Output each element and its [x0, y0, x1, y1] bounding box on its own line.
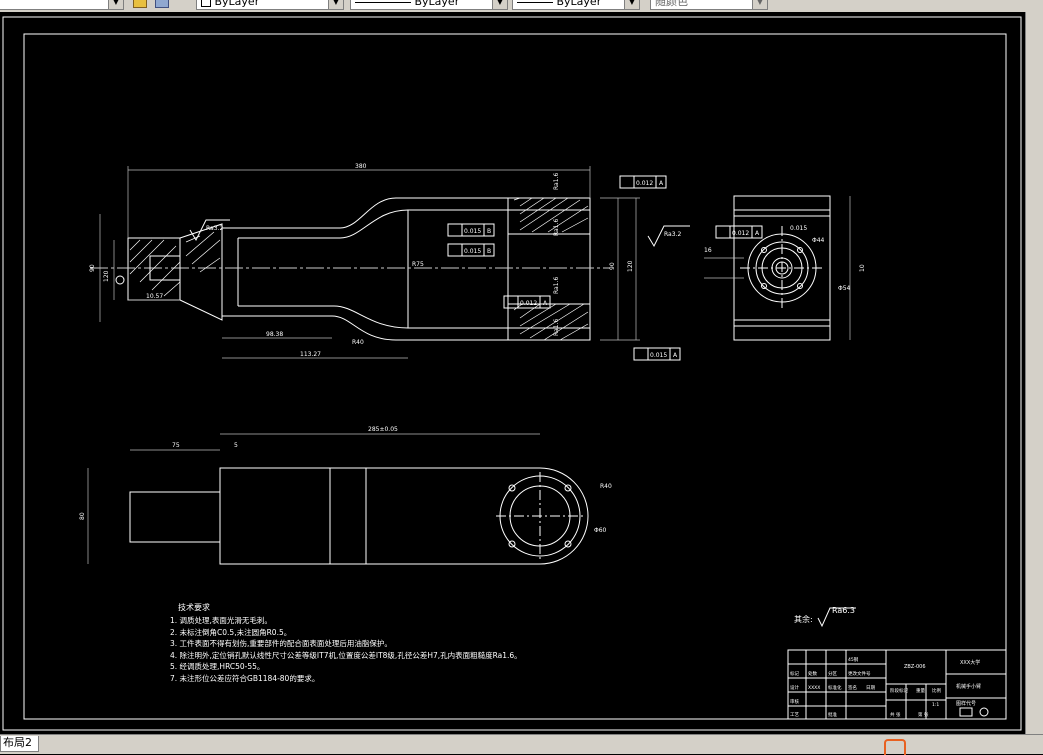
tb-sign-label: 签名 — [848, 684, 857, 691]
tb-weight-label: 重量 — [916, 687, 925, 694]
tb-sheet-of: 第 张 — [918, 711, 929, 718]
tb-zone-label: 分区 — [828, 670, 837, 677]
requirement-item: 1. 调质处理,表面光滑无毛刺。 — [170, 616, 272, 625]
tol-value: 0.012 — [732, 230, 749, 237]
tb-std-label: 标准化 — [828, 684, 842, 691]
linetype-control-value: ByLayer — [414, 0, 460, 8]
tb-part-code: ZBZ-006 — [904, 664, 926, 670]
roughness-label: Ra3.2 — [206, 225, 223, 232]
drawing-canvas[interactable]: 380 90 120 10.57 98.38 113.27 R40 R75 90… — [0, 12, 1025, 734]
dim-120-side: 120 — [627, 260, 634, 272]
tray-app-icon[interactable] — [884, 739, 906, 755]
requirements-title: 技术要求 — [178, 603, 210, 612]
line-sample-icon — [355, 1, 411, 3]
chevron-down-icon: ▼ — [328, 0, 343, 9]
lineweight-control-value: ByLayer — [556, 0, 602, 8]
tb-mark2-label: 标记 — [790, 670, 799, 677]
dim-16: 16 — [704, 247, 712, 254]
tol-ref: A — [659, 180, 664, 187]
tol-ref: A — [673, 352, 678, 359]
dim-90: 90 — [89, 264, 96, 272]
tb-date-label: 日期 — [866, 685, 875, 691]
roughness-rest-value: Ra6.3 — [832, 606, 855, 615]
tol-value: 0.012 — [520, 300, 537, 307]
requirement-item: 7. 未注形位公差应符合GB1184-80的要求。 — [170, 673, 320, 683]
dim-285: 285±0.05 — [368, 426, 398, 433]
color-swatch-icon — [201, 0, 211, 7]
roughness-rest-label: 其余: — [794, 614, 813, 624]
dim-380: 380 — [355, 163, 367, 170]
tb-approve-label: 批准 — [828, 711, 837, 718]
color-control-value: ByLayer — [214, 0, 260, 8]
linetype-control[interactable]: ByLayer ▼ — [350, 0, 508, 10]
tb-scale: 1:1 — [932, 702, 939, 708]
plotstyle-control-value: 随颜色 — [655, 0, 688, 8]
tb-designer: XXXX — [808, 685, 820, 691]
color-control[interactable]: ByLayer ▼ — [196, 0, 344, 10]
requirement-item: 4. 除注明外,定位销孔默认线性尺寸公差等级IT7机,位置度公差IT8级,孔径公… — [170, 650, 522, 660]
requirement-item: 3. 工件表面不得有划伤,重要部件的配合面表面处理后用油脂保护。 — [170, 639, 392, 648]
tol-ref: A — [755, 230, 760, 237]
dim-120-right: 10 — [859, 264, 866, 272]
chevron-down-icon: ▼ — [492, 0, 507, 9]
roughness-label: Ra1.6 — [553, 319, 560, 336]
chevron-down-icon: ▼ — [108, 0, 123, 9]
dim-98-38: 98.38 — [266, 331, 283, 338]
tol-ref: B — [487, 248, 491, 255]
dim-120: 120 — [103, 270, 110, 282]
layout-tab-bar: 布局2 — [0, 734, 1043, 755]
tb-checker-label: 审核 — [790, 698, 799, 705]
dim-80: 80 — [79, 512, 86, 520]
roughness-label: Ra1.6 — [553, 173, 560, 190]
dim-75: 75 — [172, 442, 180, 449]
tb-change-label: 更改文件号 — [848, 670, 871, 677]
requirement-item: 5. 经调质处理,HRC50-55。 — [170, 662, 265, 671]
dim-5: 5 — [234, 442, 238, 449]
tab-layout2[interactable]: 布局2 — [0, 736, 39, 752]
chevron-down-icon: ▼ — [752, 0, 767, 9]
vertical-scrollbar[interactable] — [1025, 12, 1043, 734]
dim-10-57: 10.57 — [146, 293, 163, 300]
tb-part-name: 机械手小臂 — [956, 683, 981, 690]
requirements-list: 1. 调质处理,表面光滑无毛刺。 2. 未标注倒角C0.5,未注圆角R0.5。 … — [170, 615, 522, 684]
roughness-label: Ra3.2 — [664, 231, 681, 238]
tol-value: 0.015 — [650, 352, 667, 359]
layer-states-icon[interactable] — [155, 0, 169, 8]
tb-school: XXX大学 — [960, 659, 980, 666]
side-view — [704, 195, 851, 341]
tol-value: 0.015 — [790, 225, 807, 232]
dim-phi60: Φ60 — [594, 527, 607, 534]
roughness-label: Ra1.6 — [553, 219, 560, 236]
top-view — [87, 433, 589, 565]
dim-r40: R40 — [352, 339, 364, 346]
line-sample-icon — [517, 1, 553, 3]
chevron-down-icon: ▼ — [624, 0, 639, 9]
tb-process-label: 工艺 — [790, 712, 799, 718]
layer-previous-icon[interactable] — [133, 0, 147, 8]
front-view — [90, 197, 610, 341]
tb-count-label: 处数 — [808, 670, 817, 677]
tol-value: 0.015 — [464, 248, 481, 255]
dim-phi44: Φ44 — [812, 237, 825, 244]
tol-ref: B — [487, 228, 491, 235]
tb-mark-label: 阶段标记 — [890, 687, 908, 694]
requirement-item: 2. 未标注倒角C0.5,未注圆角R0.5。 — [170, 627, 292, 637]
tb-sheet-label: 共 张 — [890, 711, 901, 718]
dim-phi54: Φ54 — [838, 285, 851, 292]
layer-dropdown-left[interactable]: ▼ — [0, 0, 124, 10]
lineweight-control[interactable]: ByLayer ▼ — [512, 0, 640, 10]
tol-value: 0.012 — [636, 180, 653, 187]
tb-scale-label: 比例 — [932, 687, 941, 694]
dim-r40-top: R40 — [600, 483, 612, 490]
tb-designer-label: 设计 — [790, 684, 799, 691]
plotstyle-control[interactable]: 随颜色 ▼ — [650, 0, 768, 10]
tb-projection: 图样代号 — [956, 700, 976, 707]
dim-r75: R75 — [412, 261, 424, 268]
dim-113-27: 113.27 — [300, 351, 321, 358]
tb-material: 45钢 — [848, 656, 859, 663]
dim-90-side: 90 — [609, 262, 616, 270]
roughness-label: Ra1.6 — [553, 277, 560, 294]
tol-value: 0.015 — [464, 228, 481, 235]
